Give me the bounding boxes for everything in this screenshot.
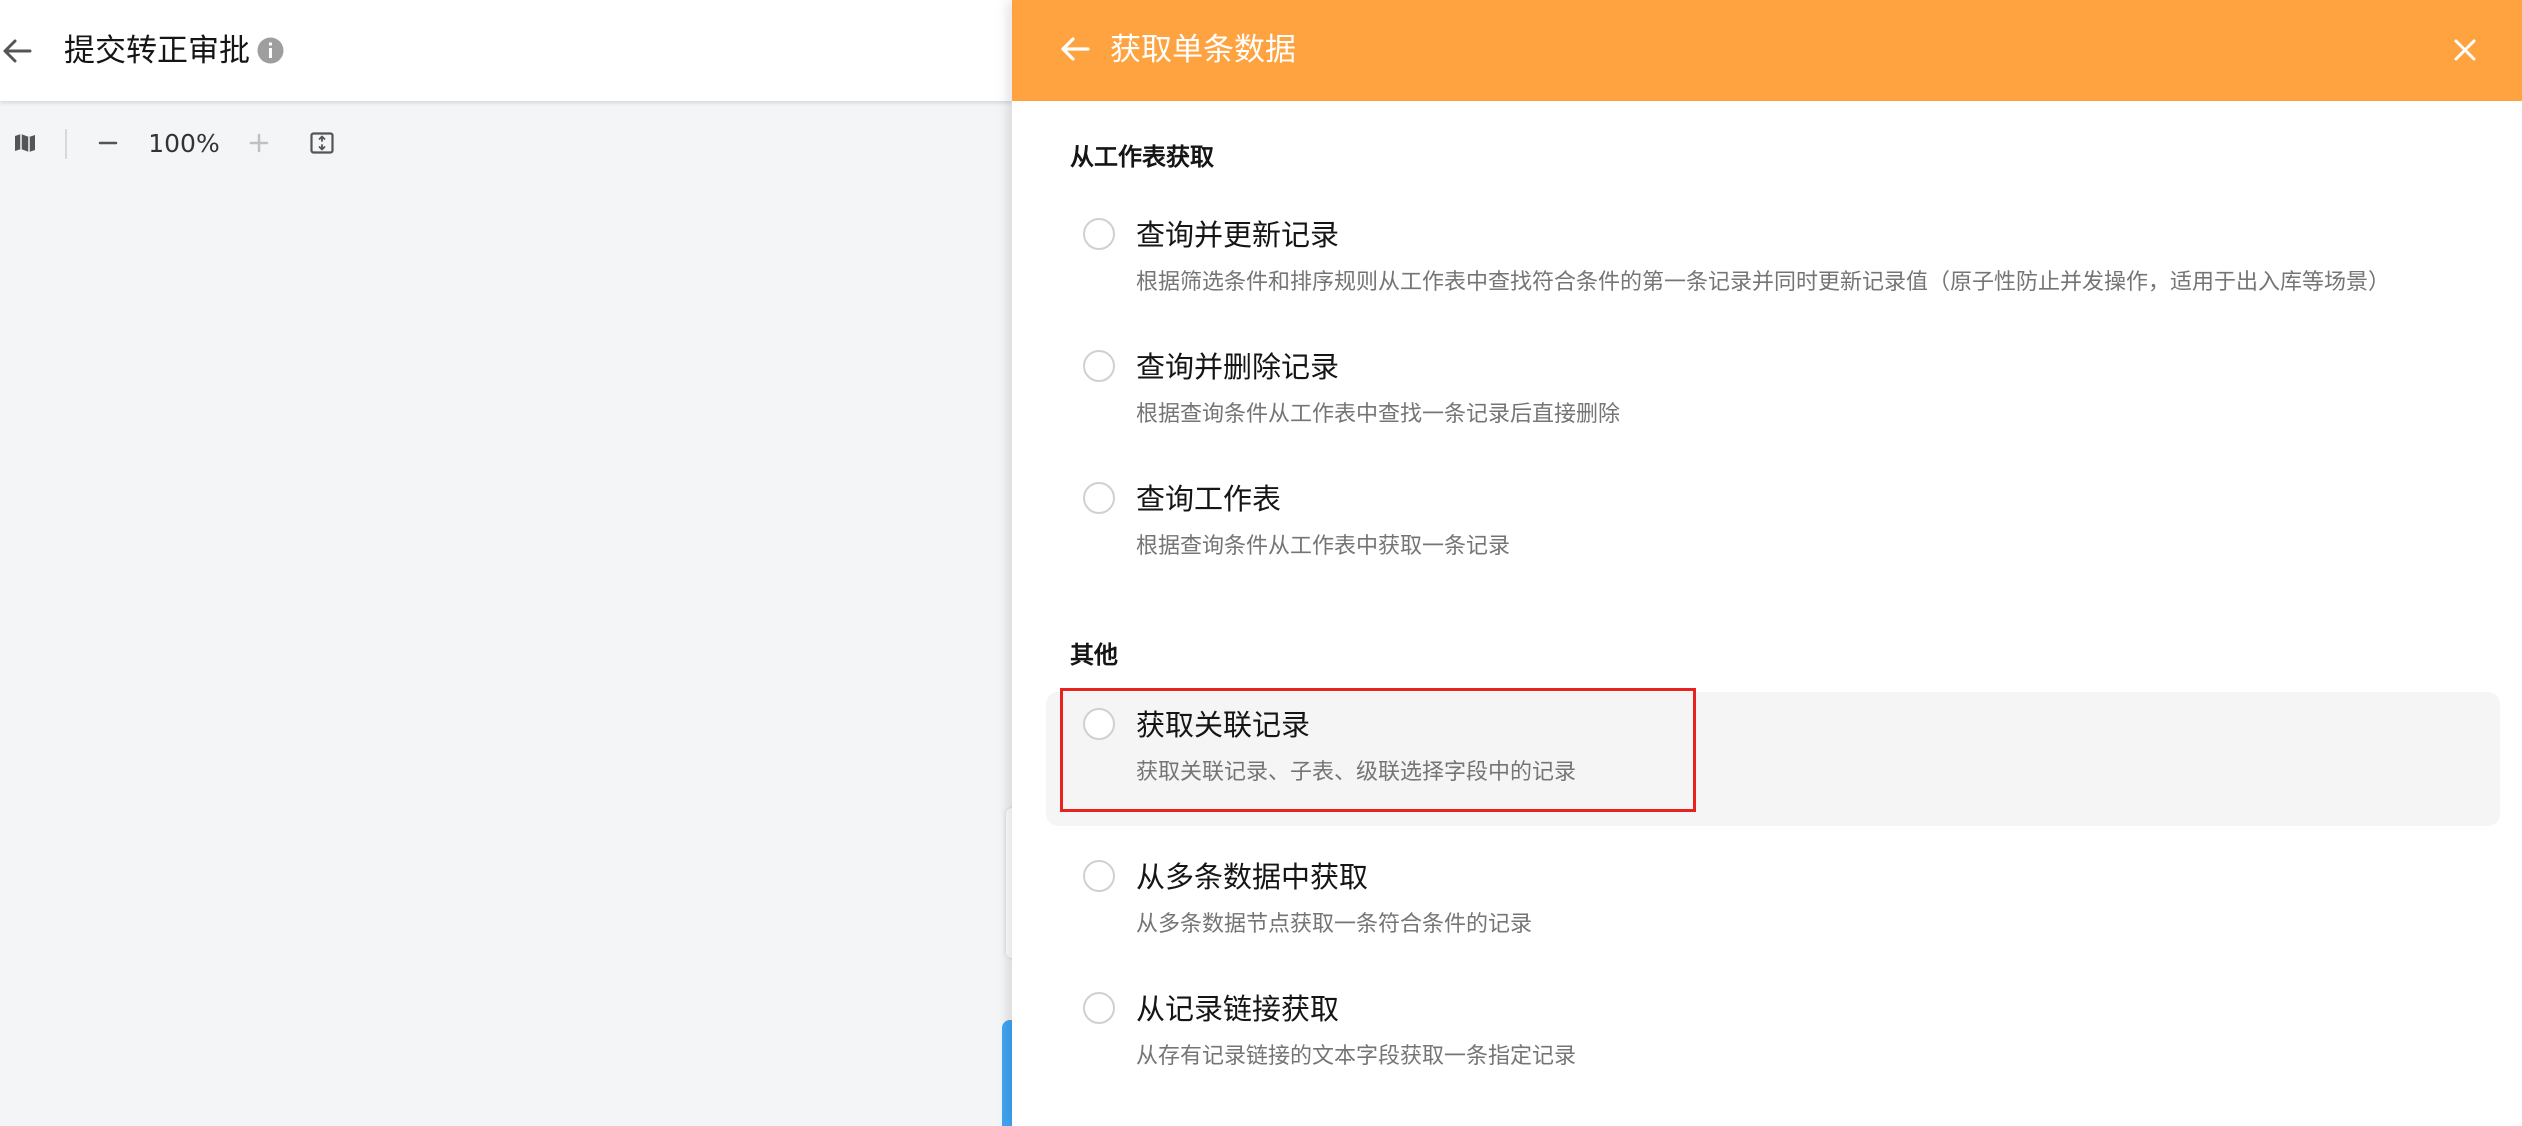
option-label: 从多条数据中获取	[1136, 860, 1369, 894]
canvas-node-edge-blue	[1002, 1020, 1012, 1126]
info-icon[interactable]	[256, 36, 285, 65]
radio-button[interactable]	[1083, 350, 1115, 382]
editor-topbar: 提交转正审批	[0, 0, 1012, 101]
option-get-related-records[interactable]: 获取关联记录 获取关联记录、子表、级联选择字段中的记录	[1046, 692, 2500, 826]
radio-button[interactable]	[1083, 482, 1115, 514]
drawer-title: 获取单条数据	[1110, 32, 1296, 68]
option-description: 根据筛选条件和排序规则从工作表中查找符合条件的第一条记录并同时更新记录值（原子性…	[1136, 270, 2391, 295]
option-label: 查询并删除记录	[1136, 350, 1340, 384]
back-arrow-icon[interactable]	[0, 34, 34, 68]
toolbar-divider	[65, 129, 67, 159]
back-arrow-icon[interactable]	[1056, 30, 1094, 68]
option-from-multiple-records[interactable]: 从多条数据中获取 从多条数据节点获取一条符合条件的记录	[1046, 844, 2500, 978]
workflow-editor: 提交转正审批 100%	[0, 0, 1012, 1126]
canvas-toolbar: 100%	[0, 125, 400, 161]
option-query-delete[interactable]: 查询并删除记录 根据查询条件从工作表中查找一条记录后直接删除	[1046, 334, 2500, 468]
option-query-worksheet[interactable]: 查询工作表 根据查询条件从工作表中获取一条记录	[1046, 466, 2500, 600]
option-description: 获取关联记录、子表、级联选择字段中的记录	[1136, 760, 1577, 785]
option-label: 获取关联记录	[1136, 708, 1311, 742]
workflow-title[interactable]: 提交转正审批	[64, 28, 250, 74]
get-single-record-drawer: 获取单条数据 从工作表获取 查询并更新记录 根据筛选条件和排序规则从工作表中查找…	[1012, 0, 2522, 1126]
section-title-worksheet: 从工作表获取	[1070, 143, 1214, 171]
option-description: 从存有记录链接的文本字段获取一条指定记录	[1136, 1044, 1577, 1069]
option-description: 根据查询条件从工作表中获取一条记录	[1136, 534, 1511, 559]
radio-button[interactable]	[1083, 860, 1115, 892]
drawer-header: 获取单条数据	[1012, 0, 2522, 101]
option-label: 从记录链接获取	[1136, 992, 1340, 1026]
option-query-update[interactable]: 查询并更新记录 根据筛选条件和排序规则从工作表中查找符合条件的第一条记录并同时更…	[1046, 202, 2500, 336]
zoom-out-icon[interactable]	[92, 125, 124, 161]
section-title-other: 其他	[1070, 641, 1118, 669]
map-icon[interactable]	[12, 125, 38, 161]
close-icon[interactable]	[2448, 33, 2482, 67]
option-label: 查询并更新记录	[1136, 218, 1340, 252]
zoom-in-icon[interactable]	[243, 125, 275, 161]
option-description: 从多条数据节点获取一条符合条件的记录	[1136, 912, 1533, 937]
fit-screen-icon[interactable]	[306, 125, 338, 161]
radio-button[interactable]	[1083, 218, 1115, 250]
option-description: 根据查询条件从工作表中查找一条记录后直接删除	[1136, 402, 1621, 427]
zoom-level: 100%	[148, 128, 220, 158]
option-from-record-link[interactable]: 从记录链接获取 从存有记录链接的文本字段获取一条指定记录	[1046, 976, 2500, 1110]
option-label: 查询工作表	[1136, 482, 1282, 516]
radio-button[interactable]	[1083, 992, 1115, 1024]
radio-button[interactable]	[1083, 708, 1115, 740]
